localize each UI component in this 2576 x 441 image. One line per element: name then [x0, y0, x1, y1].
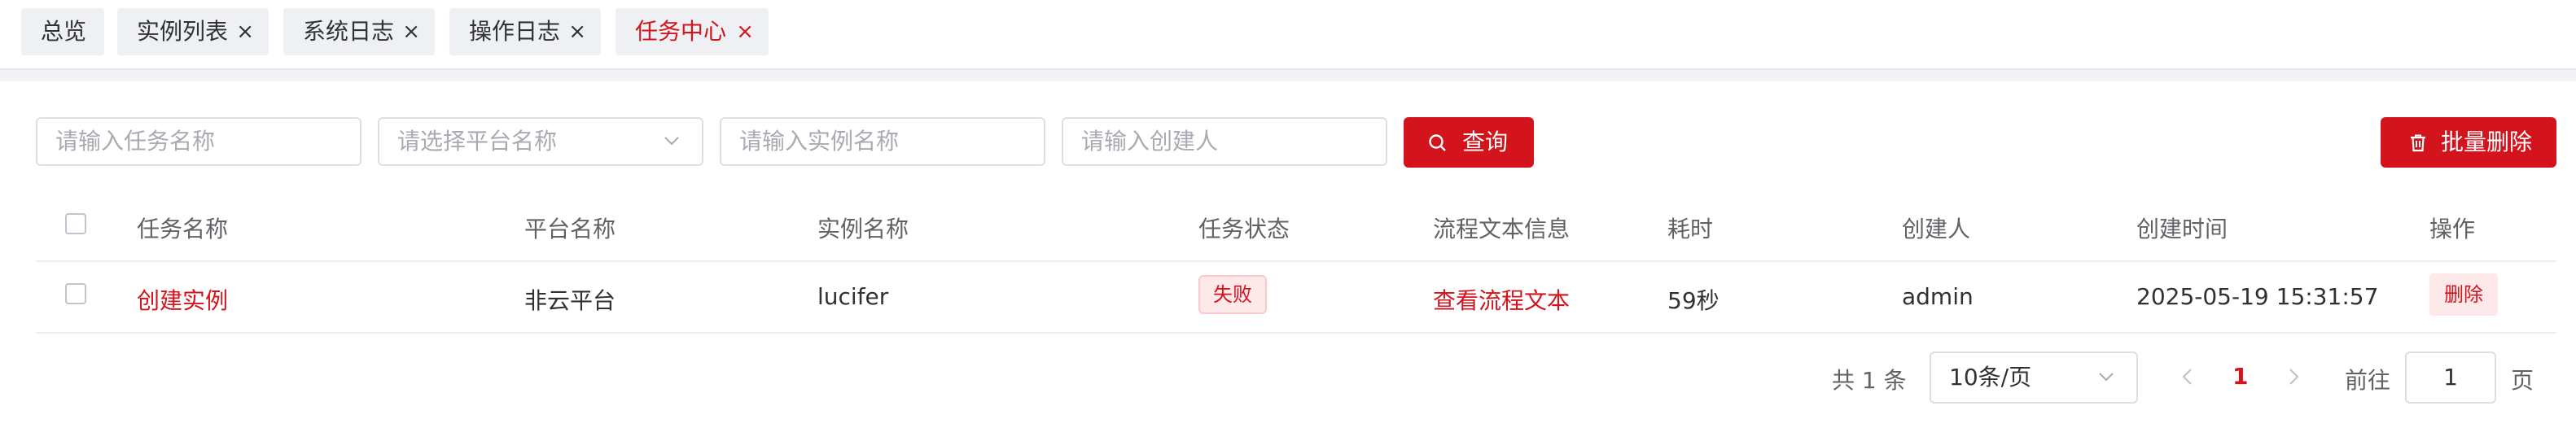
chevron-down-icon	[2099, 373, 2114, 382]
row-checkbox[interactable]	[65, 283, 86, 304]
column-header-status: 任务状态	[1198, 216, 1290, 242]
task-name-link[interactable]: 创建实例	[137, 283, 228, 316]
goto-label: 前往	[2345, 367, 2391, 394]
creator-cell: admin	[1902, 283, 1974, 310]
delete-button[interactable]: 删除	[2429, 273, 2498, 316]
page-size-select[interactable]: 10条/页	[1930, 351, 2138, 404]
chevron-left-icon[interactable]	[2179, 366, 2197, 387]
select-all-checkbox[interactable]	[65, 213, 86, 234]
column-header-action: 操作	[2429, 216, 2476, 242]
pagination-total: 共 1 条	[1832, 367, 1907, 394]
page-size-value: 10条/页	[1949, 364, 2032, 391]
batch-delete-label: 批量删除	[2441, 129, 2533, 155]
batch-delete-button[interactable]: 批量删除	[2381, 117, 2556, 168]
tab-label: 任务中心	[635, 18, 727, 45]
placeholder-text: 请选择平台名称	[397, 128, 558, 155]
tab-system-log[interactable]: 系统日志 ×	[283, 8, 435, 55]
tab-overview[interactable]: 总览	[21, 8, 104, 55]
tab-label: 实例列表	[137, 18, 229, 45]
placeholder-text: 请输入创建人	[1081, 128, 1219, 155]
tabs-bar: 总览 实例列表 × 系统日志 × 操作日志 × 任务中心 ×	[0, 0, 2576, 70]
close-icon[interactable]: ×	[568, 8, 586, 55]
task-name-input[interactable]: 请输入任务名称	[36, 117, 361, 166]
page-number-current[interactable]: 1	[2232, 363, 2248, 390]
column-header-creator: 创建人	[1902, 216, 1971, 242]
query-label: 查询	[1462, 129, 1509, 155]
tab-task-center[interactable]: 任务中心 ×	[616, 8, 769, 55]
instance-cell: lucifer	[817, 283, 889, 310]
goto-page-input[interactable]: 1	[2405, 351, 2496, 404]
platform-cell: 非云平台	[524, 287, 616, 314]
chevron-down-icon	[664, 137, 679, 146]
column-header-created-at: 创建时间	[2136, 216, 2228, 242]
placeholder-text: 请输入任务名称	[55, 128, 216, 155]
goto-page-value: 1	[2443, 364, 2458, 391]
created-at-cell: 2025-05-19 15:31:57	[2136, 283, 2379, 310]
tab-label: 系统日志	[303, 18, 395, 45]
query-button[interactable]: 查询	[1404, 117, 1534, 168]
close-icon[interactable]: ×	[736, 8, 754, 55]
tab-operation-log[interactable]: 操作日志 ×	[449, 8, 601, 55]
tab-instance-list[interactable]: 实例列表 ×	[117, 8, 269, 55]
close-icon[interactable]: ×	[402, 8, 420, 55]
chevron-right-icon[interactable]	[2285, 366, 2302, 387]
tab-label: 总览	[41, 18, 87, 45]
column-header-instance: 实例名称	[817, 216, 909, 242]
divider	[36, 332, 2556, 334]
page-suffix: 页	[2511, 367, 2534, 394]
placeholder-text: 请输入实例名称	[739, 128, 900, 155]
duration-cell: 59秒	[1667, 287, 1720, 314]
instance-name-input[interactable]: 请输入实例名称	[720, 117, 1045, 166]
search-icon	[1429, 134, 1446, 151]
main-panel: 请输入任务名称 请选择平台名称 请输入实例名称 请输入创建人 查询 批量删除 任…	[0, 81, 2576, 441]
trash-icon	[2411, 134, 2425, 152]
column-header-platform: 平台名称	[524, 216, 616, 242]
view-flow-text-link[interactable]: 查看流程文本	[1433, 283, 1570, 316]
tab-label: 操作日志	[469, 18, 561, 45]
divider	[36, 260, 2556, 262]
close-icon[interactable]: ×	[236, 8, 254, 55]
column-header-duration: 耗时	[1667, 216, 1714, 242]
column-header-task-name: 任务名称	[137, 216, 229, 242]
column-header-flow-text: 流程文本信息	[1433, 216, 1571, 242]
platform-select[interactable]: 请选择平台名称	[378, 117, 703, 166]
status-badge: 失败	[1198, 275, 1267, 314]
creator-input[interactable]: 请输入创建人	[1062, 117, 1387, 166]
